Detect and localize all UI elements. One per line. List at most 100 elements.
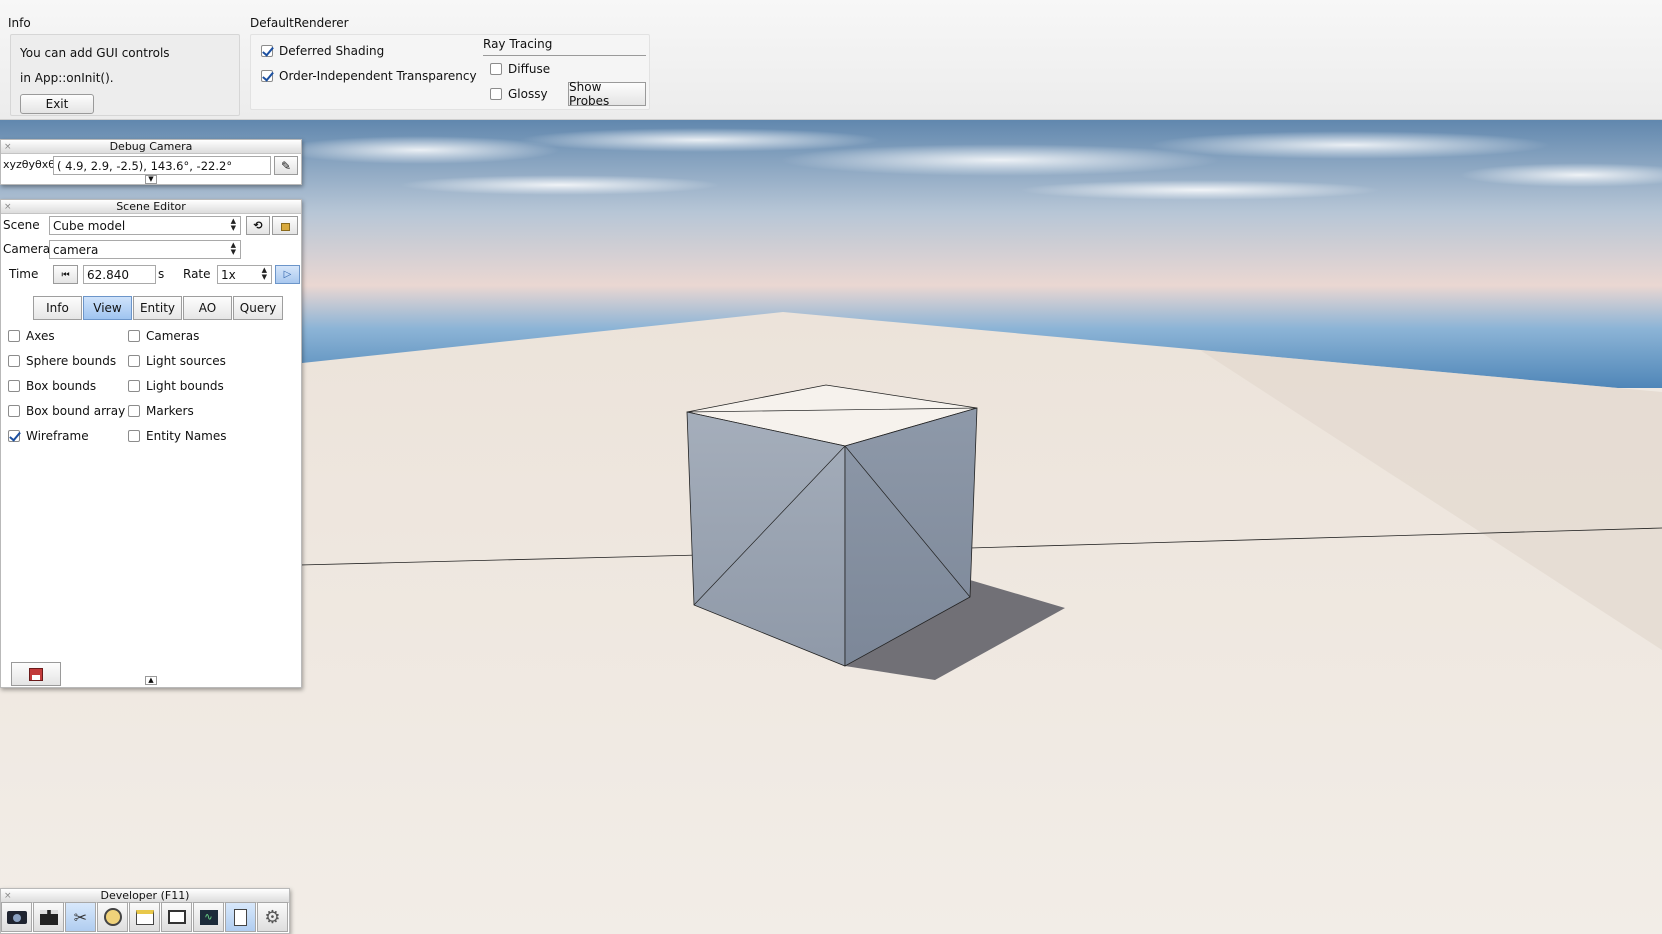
option-box-bound-array[interactable]: Box bound array [8,404,125,418]
deferred-shading-label: Deferred Shading [279,44,385,58]
option-box-bounds[interactable]: Box bounds [8,379,96,393]
developer-title: Developer (F11) [100,889,190,902]
tab-view[interactable]: View [83,296,132,320]
diffuse-label: Diffuse [508,62,551,76]
sphere-bounds-label: Sphere bounds [26,354,117,368]
speedometer-icon[interactable] [97,902,128,932]
close-icon[interactable]: × [4,200,12,214]
reload-scene-button[interactable]: ⟲ [246,216,270,235]
close-icon[interactable]: × [4,140,12,154]
deferred-shading-option[interactable]: Deferred Shading [261,44,384,58]
glossy-checkbox[interactable] [490,88,502,100]
markers-label: Markers [146,404,194,418]
show-probes-button[interactable]: Show Probes [568,80,646,108]
diffuse-checkbox[interactable] [490,63,502,75]
tab-query[interactable]: Query [233,296,283,320]
save-scene-button[interactable] [11,662,61,686]
sphere-bounds-checkbox[interactable] [8,355,20,367]
camera-label: Camera [3,242,51,256]
info-text-line2: in App::onInit(). [20,71,114,85]
scene-dropdown[interactable]: Cube model ▲ ▼ [49,216,241,235]
video-capture-icon[interactable] [161,902,192,932]
pencil-icon: ✎ [280,158,292,173]
option-wireframe[interactable]: Wireframe [8,429,89,443]
time-unit: s [158,267,165,281]
tab-entity[interactable]: Entity [133,296,182,320]
box-bound-array-checkbox[interactable] [8,405,20,417]
wireframe-checkbox[interactable] [8,430,20,442]
camera-dropdown-value: camera [53,242,99,257]
collapse-chevron-icon[interactable]: ▲ [145,676,157,685]
light-sources-label: Light sources [146,354,226,368]
expand-chevron-icon[interactable]: ▼ [145,175,157,184]
time-label: Time [9,267,39,281]
play-icon: ▷ [283,269,292,280]
debug-camera-title: Debug Camera [109,140,193,153]
scene-dropdown-value: Cube model [53,218,126,233]
deferred-shading-checkbox[interactable] [261,45,273,57]
gear-icon[interactable]: ⚙ [257,902,288,932]
oit-option[interactable]: Order-Independent Transparency [261,69,477,83]
scene-editor-title-bar[interactable]: × Scene Editor [1,200,301,214]
option-light-sources[interactable]: Light sources [128,354,226,368]
play-button[interactable]: ▷ [275,265,300,284]
dropdown-arrows-icon: ▲ ▼ [230,241,236,256]
box-bounds-label: Box bounds [26,379,97,393]
option-markers[interactable]: Markers [128,404,194,418]
option-axes[interactable]: Axes [8,329,55,343]
box-bound-array-label: Box bound array [26,404,126,418]
film-clapper-icon[interactable] [33,902,64,932]
oit-checkbox[interactable] [261,70,273,82]
log-icon[interactable] [225,902,256,932]
light-bounds-label: Light bounds [146,379,224,393]
refresh-icon: ⟲ [253,219,263,232]
glossy-option[interactable]: Glossy [490,87,548,101]
tab-ao[interactable]: AO [183,296,232,320]
lock-scene-button[interactable] [272,216,298,235]
light-bounds-checkbox[interactable] [128,380,140,392]
time-field[interactable]: 62.840 [83,265,156,284]
rate-dropdown[interactable]: 1x ▲ ▼ [217,265,272,284]
light-sources-checkbox[interactable] [128,355,140,367]
tools-icon[interactable]: ✂ [65,902,96,932]
rate-label: Rate [183,267,211,281]
tab-info[interactable]: Info [33,296,82,320]
copy-camera-button[interactable]: ✎ [274,156,298,175]
oit-label: Order-Independent Transparency [279,69,477,83]
close-icon[interactable]: × [4,889,12,903]
developer-title-bar[interactable]: × Developer (F11) [1,889,289,903]
lock-icon [280,223,290,231]
window-icon[interactable] [129,902,160,932]
cameras-checkbox[interactable] [128,330,140,342]
option-cameras[interactable]: Cameras [128,329,199,343]
profiler-icon[interactable]: ∿ [193,902,224,932]
rewind-icon: ⏮ [61,269,70,280]
axes-checkbox[interactable] [8,330,20,342]
ray-tracing-divider [483,55,646,56]
debug-camera-title-bar[interactable]: × Debug Camera [1,140,301,154]
box-bounds-checkbox[interactable] [8,380,20,392]
axes-label: Axes [26,329,55,343]
cameras-label: Cameras [146,329,200,343]
camera-coord-field[interactable]: ( 4.9, 2.9, -2.5), 143.6°, -22.2° [53,156,271,175]
entity-names-label: Entity Names [146,429,227,443]
exit-button[interactable]: Exit [20,94,94,114]
reset-time-button[interactable]: ⏮ [53,265,78,284]
markers-checkbox[interactable] [128,405,140,417]
dropdown-arrows-icon: ▲ ▼ [261,266,267,281]
option-light-bounds[interactable]: Light bounds [128,379,224,393]
floppy-disk-icon [29,667,43,681]
diffuse-option[interactable]: Diffuse [490,62,550,76]
camera-dropdown[interactable]: camera ▲ ▼ [49,240,241,259]
info-panel-caption: Info [8,16,31,30]
dropdown-arrows-icon: ▲ ▼ [230,217,236,232]
info-text-line1: You can add GUI controls [20,46,170,60]
entity-names-checkbox[interactable] [128,430,140,442]
camera-icon[interactable] [1,902,32,932]
option-entity-names[interactable]: Entity Names [128,429,227,443]
wireframe-label: Wireframe [26,429,89,443]
option-sphere-bounds[interactable]: Sphere bounds [8,354,116,368]
rate-dropdown-value: 1x [221,267,236,282]
glossy-label: Glossy [508,87,548,101]
renderer-panel-caption: DefaultRenderer [250,16,349,30]
